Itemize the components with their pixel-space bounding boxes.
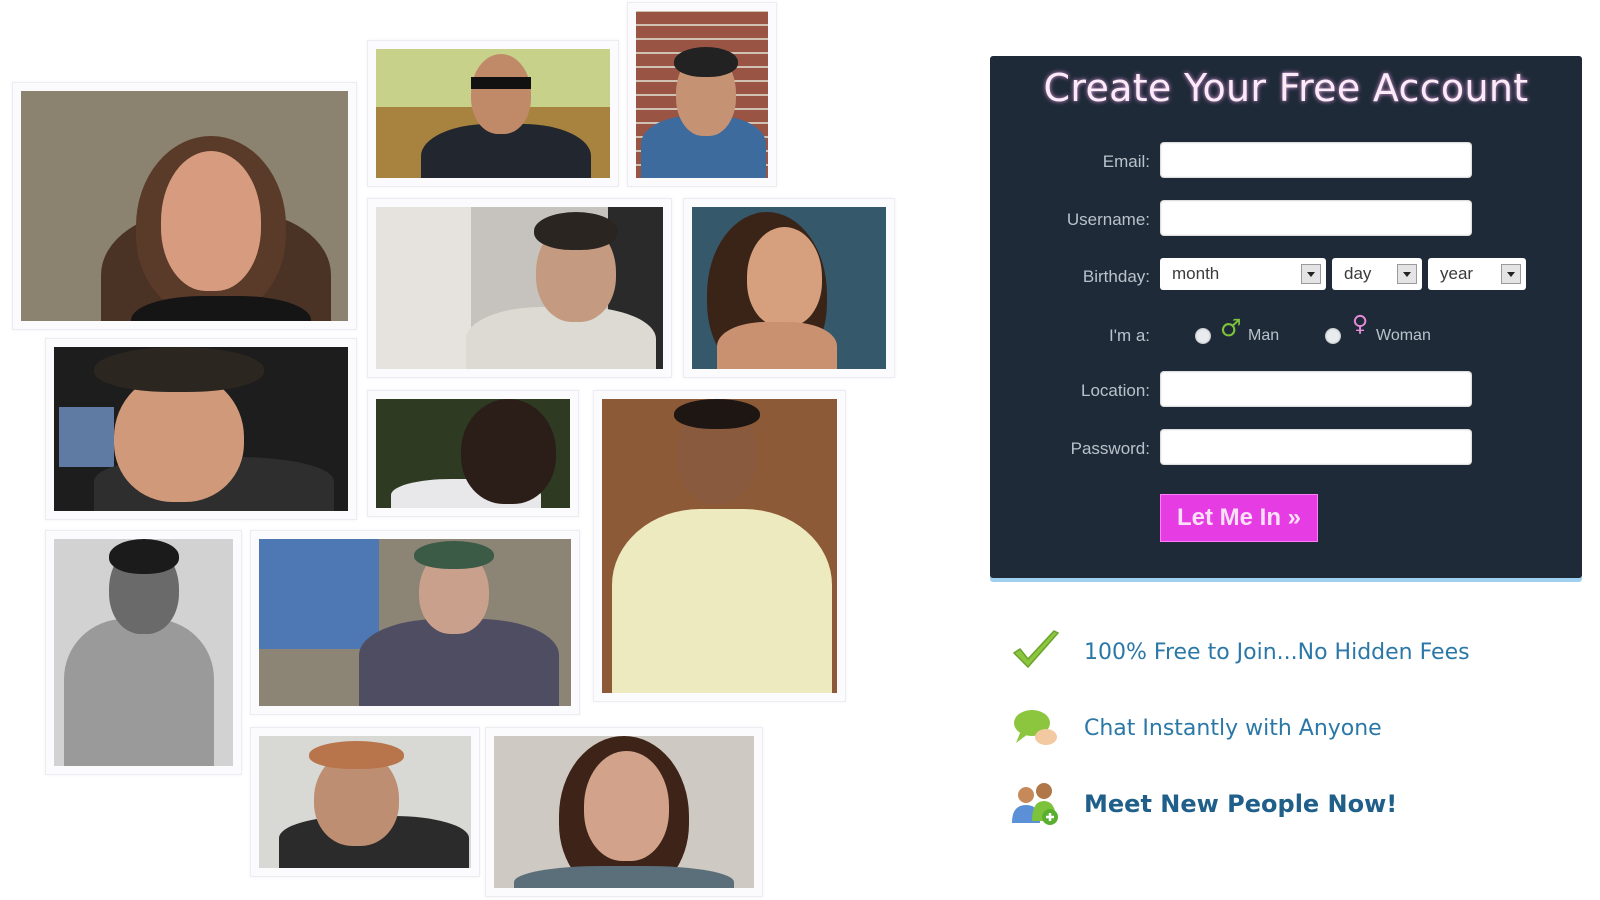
member-photo[interactable]	[250, 530, 580, 715]
signup-title: Create Your Free Account	[1043, 66, 1529, 110]
password-input[interactable]	[1160, 429, 1472, 465]
feature-item: Meet New People Now!	[1010, 779, 1397, 829]
gender-man-label[interactable]: Man	[1248, 327, 1279, 345]
male-symbol-icon: ♂	[1220, 314, 1242, 342]
checkmark-icon	[1010, 627, 1062, 677]
birthday-day-select[interactable]: day	[1332, 258, 1422, 290]
member-photo[interactable]	[250, 727, 480, 877]
chevron-down-icon[interactable]	[1397, 264, 1417, 284]
feature-text: 100% Free to Join...No Hidden Fees	[1084, 639, 1470, 665]
member-photo[interactable]	[593, 390, 846, 702]
gender-man-radio[interactable]	[1195, 328, 1211, 344]
birthday-year-value: year	[1440, 264, 1474, 283]
member-photo[interactable]	[367, 390, 579, 517]
let-me-in-button[interactable]: Let Me In »	[1160, 494, 1318, 542]
username-input[interactable]	[1160, 200, 1472, 236]
location-input[interactable]	[1160, 371, 1472, 407]
birthday-month-value: month	[1172, 264, 1220, 283]
member-photo[interactable]	[485, 727, 763, 897]
gender-woman-radio[interactable]	[1325, 328, 1341, 344]
username-label: Username:	[1066, 210, 1150, 229]
gender-woman-label[interactable]: Woman	[1376, 327, 1431, 345]
member-photo[interactable]	[627, 2, 777, 187]
member-photo[interactable]	[45, 338, 357, 520]
location-label: Location:	[1081, 381, 1150, 400]
signup-form-panel: Create Your Free Account Email: Username…	[990, 56, 1582, 578]
member-photo[interactable]	[12, 82, 357, 330]
feature-text: Meet New People Now!	[1084, 790, 1398, 818]
member-photo[interactable]	[367, 198, 672, 378]
gender-label: I'm a:	[1108, 326, 1150, 345]
feature-text: Chat Instantly with Anyone	[1084, 715, 1382, 741]
chevron-down-icon[interactable]	[1301, 264, 1321, 284]
member-photo[interactable]	[367, 40, 619, 187]
people-add-icon	[1010, 779, 1062, 829]
birthday-month-select[interactable]: month	[1160, 258, 1326, 290]
feature-item: Chat Instantly with Anyone	[1010, 703, 1382, 753]
birthday-day-value: day	[1344, 264, 1372, 283]
member-photo[interactable]	[45, 530, 242, 775]
birthday-label: Birthday:	[1082, 267, 1150, 286]
birthday-year-select[interactable]: year	[1428, 258, 1526, 290]
password-label: Password:	[1070, 439, 1150, 458]
chat-bubbles-icon	[1010, 703, 1062, 753]
chevron-down-icon[interactable]	[1501, 264, 1521, 284]
email-input[interactable]	[1160, 142, 1472, 178]
female-symbol-icon: ♀	[1352, 312, 1369, 337]
email-label: Email:	[1102, 152, 1150, 171]
feature-item: 100% Free to Join...No Hidden Fees	[1010, 627, 1470, 677]
member-photo[interactable]	[683, 198, 895, 378]
